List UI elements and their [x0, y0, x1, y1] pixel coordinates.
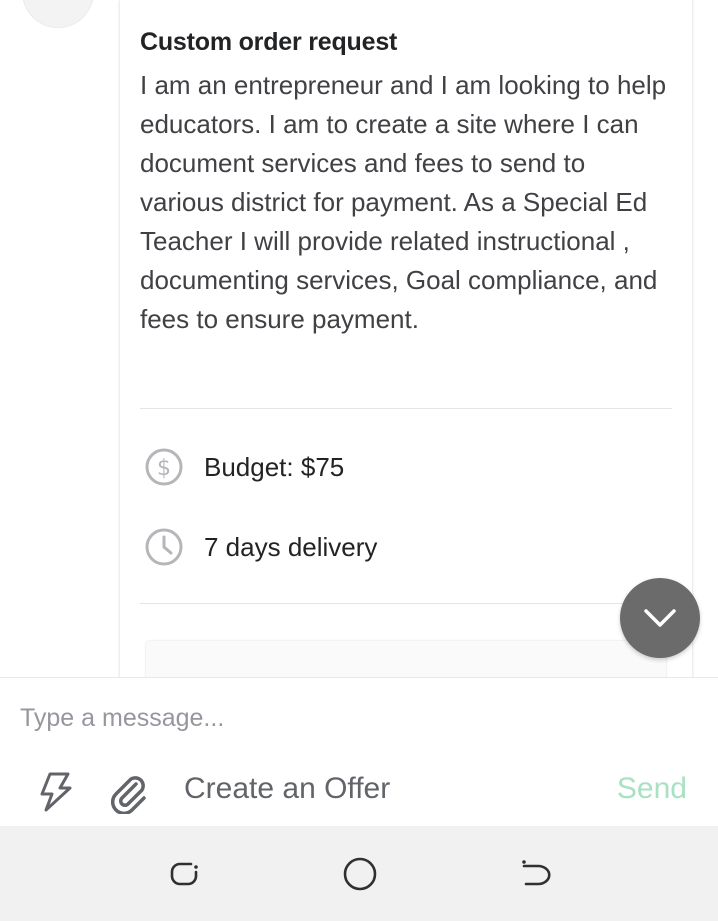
message-input[interactable] [20, 700, 680, 736]
recents-icon[interactable] [166, 856, 202, 892]
budget-label: Budget: $75 [204, 451, 345, 482]
lightning-icon[interactable] [34, 770, 78, 814]
divider [140, 408, 672, 409]
delivery-label: 7 days delivery [204, 531, 378, 562]
dollar-circle-icon: $ [145, 448, 183, 486]
budget-row: $ Budget: $75 [144, 447, 344, 487]
chevron-down-icon [644, 609, 676, 627]
card-description: I am an entrepreneur and I am looking to… [140, 70, 667, 334]
svg-text:$: $ [157, 456, 171, 481]
send-button[interactable]: Send [617, 772, 687, 806]
message-composer: Create an Offer Send [0, 677, 718, 827]
scroll-to-bottom-button[interactable] [620, 578, 700, 658]
custom-order-request-card: Custom order request I am an entrepreneu… [120, 0, 692, 701]
home-circle-icon[interactable] [342, 856, 378, 892]
create-offer-button[interactable]: Create an Offer [184, 772, 390, 806]
divider [140, 603, 672, 604]
paperclip-icon[interactable] [106, 770, 150, 814]
card-title: Custom order request [140, 28, 398, 56]
sender-avatar [22, 0, 94, 28]
clock-icon [145, 528, 183, 566]
system-nav-bar [0, 826, 718, 921]
back-icon[interactable] [518, 856, 554, 892]
delivery-row: 7 days delivery [144, 527, 377, 567]
